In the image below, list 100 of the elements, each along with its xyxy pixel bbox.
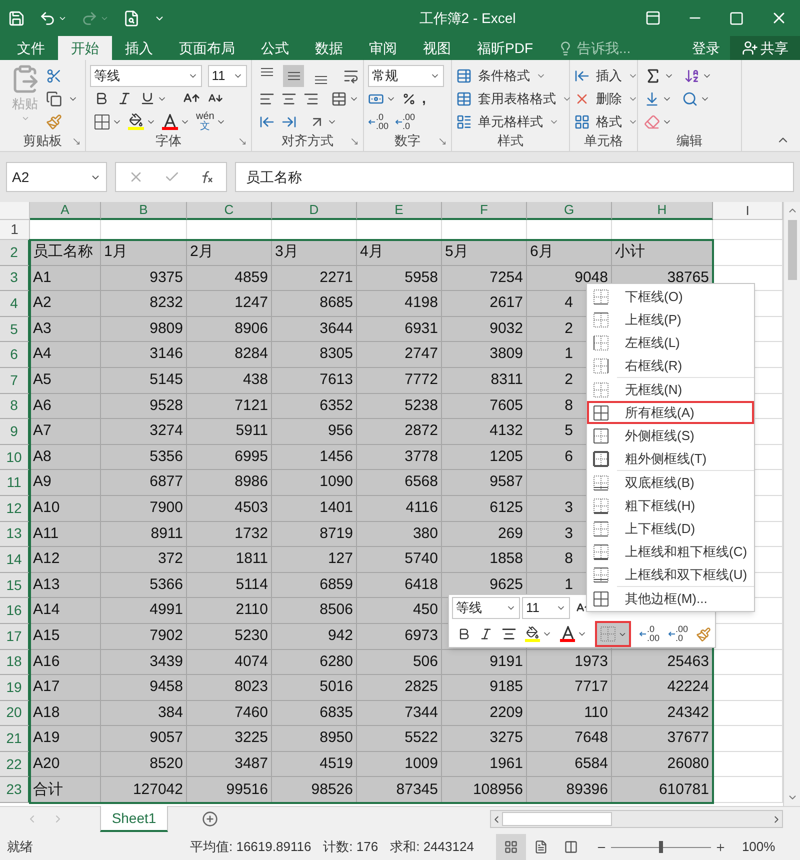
vertical-align-button[interactable] bbox=[283, 64, 304, 86]
maximize-icon[interactable] bbox=[729, 10, 744, 26]
sheet-tab[interactable]: Sheet1 bbox=[100, 806, 168, 832]
align-left-icon[interactable] bbox=[259, 90, 275, 106]
decrease-indent-icon[interactable] bbox=[259, 114, 275, 130]
decimal-button[interactable]: .00 .0 bbox=[394, 112, 416, 130]
row-header[interactable]: 14 bbox=[0, 547, 30, 573]
menu-item[interactable]: 所有框线(A) bbox=[587, 401, 754, 424]
user-plus-icon[interactable] bbox=[742, 40, 758, 56]
save-icon[interactable] bbox=[8, 10, 25, 26]
undo-icon[interactable] bbox=[39, 10, 56, 26]
page-layout-icon[interactable] bbox=[534, 840, 548, 854]
font-name-dropdown[interactable]: 等线 bbox=[90, 64, 202, 86]
decimal-button[interactable]: .0 .00 bbox=[368, 112, 389, 130]
row-header[interactable]: 3 bbox=[0, 266, 30, 292]
row-header[interactable]: 19 bbox=[0, 675, 30, 701]
sign-in-link[interactable]: 登录 bbox=[682, 36, 730, 60]
ribbon-tab[interactable]: 数据 bbox=[302, 36, 356, 60]
row-header[interactable]: 4 bbox=[0, 291, 30, 317]
underline-icon[interactable] bbox=[140, 91, 155, 106]
row-header[interactable]: 18 bbox=[0, 650, 30, 676]
row-header[interactable]: 22 bbox=[0, 752, 30, 778]
row-header[interactable]: 6 bbox=[0, 342, 30, 368]
menu-item[interactable]: 双底框线(B) bbox=[587, 471, 754, 494]
ribbon-command[interactable]: 插入 bbox=[596, 66, 622, 86]
align-center-icon[interactable] bbox=[281, 90, 297, 106]
ribbon-command[interactable]: 条件格式 bbox=[478, 66, 530, 86]
align-center-icon[interactable] bbox=[501, 626, 517, 642]
row-header[interactable]: 10 bbox=[0, 444, 30, 470]
row-header[interactable]: 16 bbox=[0, 598, 30, 624]
ribbon-tab[interactable]: 审阅 bbox=[356, 36, 410, 60]
number-format-dropdown[interactable]: 常规 bbox=[368, 64, 444, 86]
row-header[interactable]: 11 bbox=[0, 470, 30, 496]
decimal-button[interactable]: .00 .0 bbox=[668, 625, 688, 643]
scrollbar-thumb[interactable] bbox=[788, 220, 796, 280]
zoom-level[interactable]: 100% bbox=[742, 837, 776, 857]
column-header[interactable]: E bbox=[357, 202, 442, 220]
add-sheet-icon[interactable] bbox=[202, 811, 218, 827]
formula-field[interactable]: 员工名称 bbox=[235, 162, 794, 192]
format-painter-icon[interactable] bbox=[696, 626, 712, 642]
phonetic-button[interactable]: wén 文 bbox=[196, 112, 214, 132]
row-header[interactable]: 23 bbox=[0, 777, 30, 804]
comma-style-button[interactable]: , bbox=[422, 88, 426, 109]
decimal-button[interactable]: .0 .00 bbox=[639, 625, 660, 643]
menu-item[interactable]: 其他边框(M)... bbox=[587, 587, 754, 610]
sort-filter-icon[interactable] bbox=[684, 68, 700, 84]
ribbon-command[interactable]: 格式 bbox=[596, 112, 622, 132]
name-box[interactable]: A2 bbox=[6, 162, 107, 192]
align-right-icon[interactable] bbox=[303, 90, 319, 106]
column-header[interactable]: H bbox=[612, 202, 713, 220]
row-header[interactable]: 5 bbox=[0, 316, 30, 342]
row-header[interactable]: 1 bbox=[0, 220, 30, 240]
copy-icon[interactable] bbox=[46, 90, 62, 106]
cell-style-icon[interactable] bbox=[456, 114, 472, 130]
percent-icon[interactable] bbox=[402, 92, 416, 106]
row-header[interactable]: 8 bbox=[0, 394, 30, 420]
page-break-icon[interactable] bbox=[564, 840, 578, 854]
column-header[interactable]: B bbox=[101, 202, 187, 220]
row-header[interactable]: 2 bbox=[0, 240, 30, 266]
column-header[interactable]: F bbox=[442, 202, 527, 220]
row-header[interactable]: 12 bbox=[0, 496, 30, 522]
ribbon-options-icon[interactable] bbox=[645, 10, 661, 26]
ribbon-tab[interactable]: 公式 bbox=[248, 36, 302, 60]
zoom-slider[interactable] bbox=[610, 841, 711, 853]
function-icon[interactable] bbox=[200, 170, 214, 184]
cut-icon[interactable] bbox=[46, 68, 62, 84]
ribbon-command[interactable]: 删除 bbox=[596, 88, 622, 108]
ribbon-command[interactable]: 套用表格格式 bbox=[478, 88, 556, 108]
table-style-icon[interactable] bbox=[456, 90, 472, 106]
bold-icon[interactable] bbox=[457, 627, 471, 641]
find-icon[interactable] bbox=[682, 90, 698, 106]
ribbon-tab[interactable]: 页面布局 bbox=[166, 36, 248, 60]
column-header[interactable]: C bbox=[187, 202, 272, 220]
fill-icon[interactable] bbox=[644, 90, 660, 106]
normal-view-icon[interactable] bbox=[504, 840, 518, 854]
borders-icon[interactable] bbox=[94, 114, 110, 130]
row-header[interactable]: 17 bbox=[0, 624, 30, 650]
font-size-dropdown[interactable]: 11 bbox=[208, 64, 247, 86]
zoom-slider-thumb[interactable] bbox=[658, 841, 663, 853]
scrollbar-thumb[interactable] bbox=[502, 812, 612, 826]
italic-icon[interactable] bbox=[117, 91, 132, 106]
horizontal-scrollbar[interactable] bbox=[490, 810, 783, 828]
share-button[interactable]: 共享 bbox=[730, 36, 800, 60]
conditional-format-icon[interactable] bbox=[456, 68, 472, 84]
print-preview-icon[interactable] bbox=[123, 10, 140, 26]
merge-cells-icon[interactable] bbox=[331, 90, 347, 106]
row-header[interactable]: 7 bbox=[0, 368, 30, 394]
font-name-dropdown[interactable]: 等线 bbox=[452, 597, 520, 619]
format-painter-icon[interactable] bbox=[46, 114, 62, 130]
fill-color-icon[interactable] bbox=[525, 626, 540, 642]
view-button[interactable] bbox=[496, 834, 526, 860]
lightbulb-icon[interactable] bbox=[558, 40, 573, 56]
row-header[interactable]: 13 bbox=[0, 522, 30, 548]
font-size-dropdown[interactable]: 11 bbox=[522, 597, 570, 619]
ribbon-tab[interactable]: 视图 bbox=[410, 36, 464, 60]
font-color-icon[interactable] bbox=[162, 114, 178, 130]
zoom-in-icon[interactable] bbox=[714, 842, 726, 852]
vertical-scrollbar[interactable] bbox=[783, 202, 800, 806]
row-header[interactable]: 9 bbox=[0, 419, 30, 445]
row-header[interactable]: 20 bbox=[0, 700, 30, 726]
